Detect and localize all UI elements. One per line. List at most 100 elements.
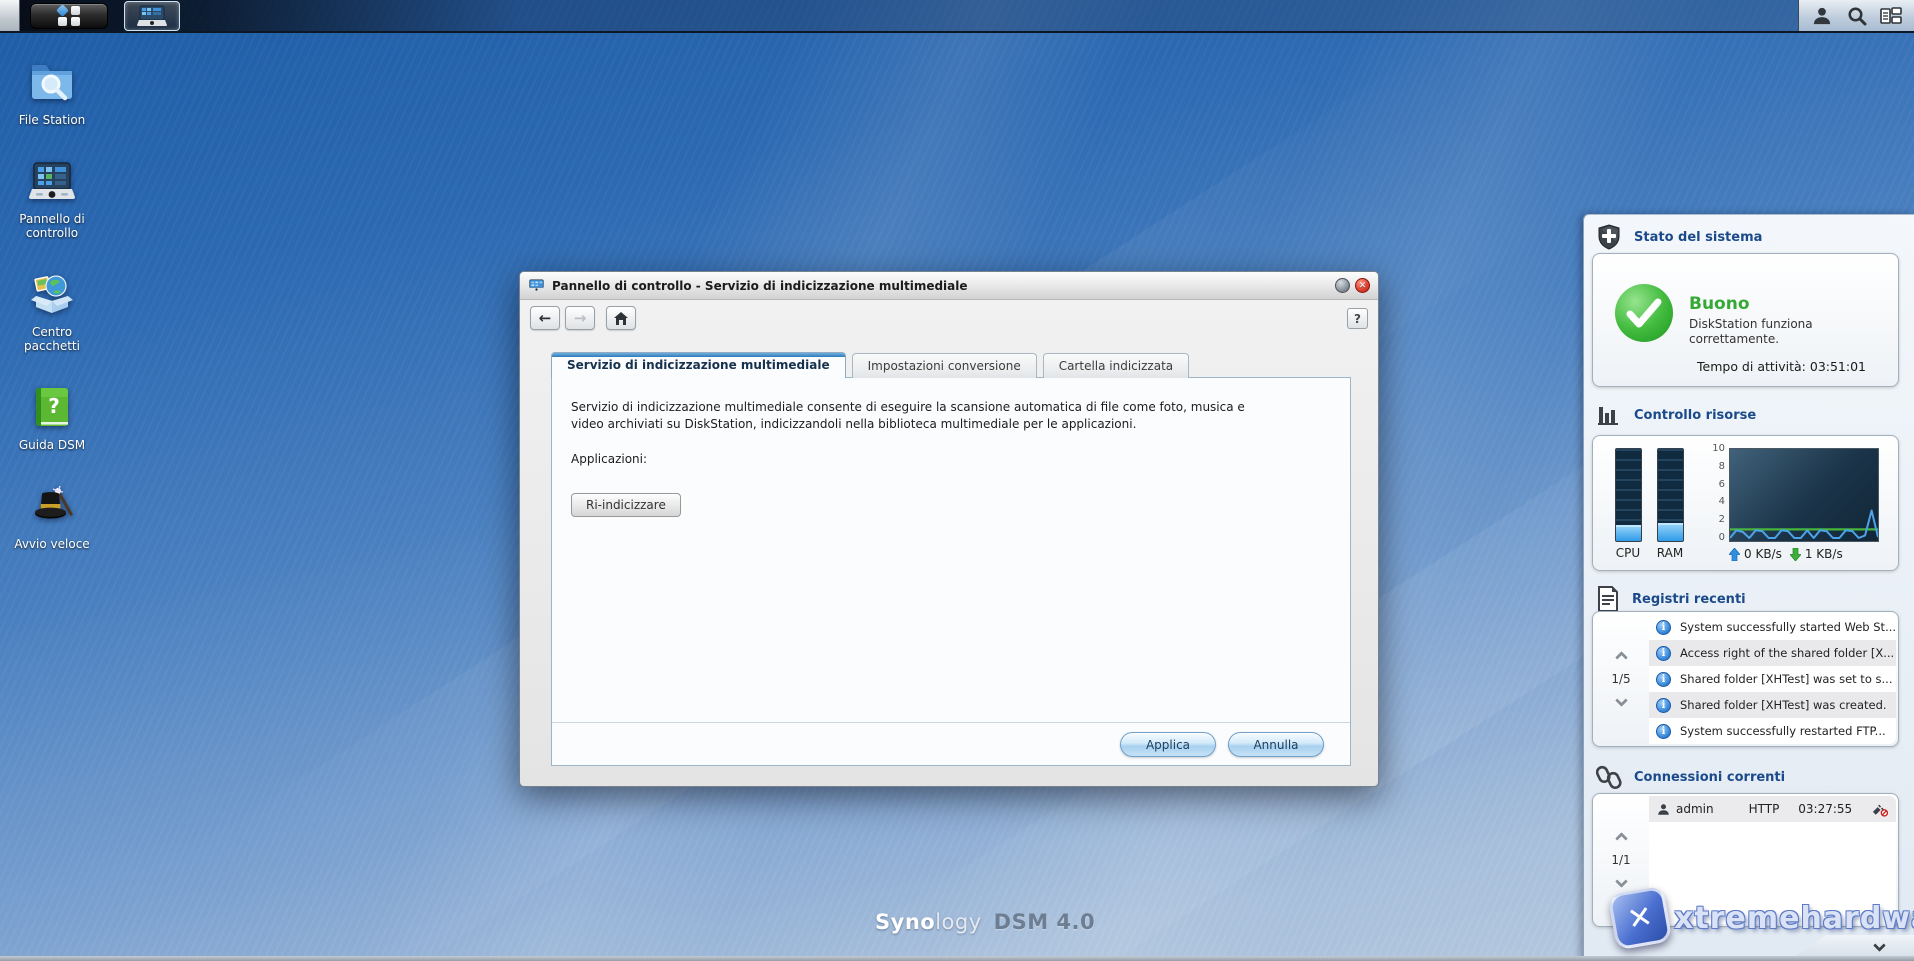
window-titlebar[interactable]: Pannello di controllo - Servizio di indi… xyxy=(520,272,1378,300)
info-icon: i xyxy=(1656,697,1671,713)
info-icon: i xyxy=(1656,671,1671,687)
brand-text-bold: Syno xyxy=(875,910,936,934)
status-value: Buono xyxy=(1689,293,1750,314)
pilot-view-button[interactable] xyxy=(1879,4,1903,28)
section-title: Registri recenti xyxy=(1632,591,1746,607)
connection-time: 03:27:55 xyxy=(1798,802,1853,816)
dsm-brand-logo: Synology DSM 4.0 xyxy=(875,910,1095,934)
package-center-icon xyxy=(28,270,76,318)
section-title: Connessioni correnti xyxy=(1634,769,1786,785)
search-button[interactable] xyxy=(1845,4,1869,28)
pilot-view-icon xyxy=(1880,6,1903,24)
chain-link-icon xyxy=(1596,765,1622,790)
dsm-help-icon: ? xyxy=(28,383,76,431)
tab-conversion-settings[interactable]: Impostazioni conversione xyxy=(851,353,1037,378)
brand-text-light: logy xyxy=(935,910,982,934)
show-desktop-button[interactable] xyxy=(0,0,20,31)
pager-count: 1/1 xyxy=(1611,853,1631,867)
applications-label: Applicazioni: xyxy=(571,452,648,466)
pager-down-button[interactable] xyxy=(1614,694,1628,707)
network-chart xyxy=(1729,448,1879,542)
main-menu-icon xyxy=(56,4,81,27)
status-ok-icon xyxy=(1615,284,1673,342)
uptime-text: Tempo di attività: 03:51:01 xyxy=(1697,359,1867,374)
window-control-panel-icon xyxy=(528,279,545,292)
recent-logs-header: Registri recenti xyxy=(1596,585,1746,613)
main-menu-button[interactable] xyxy=(30,3,108,29)
desktop-icon-file-station[interactable]: File Station xyxy=(10,58,94,127)
pager-up-button[interactable] xyxy=(1614,832,1628,845)
desktop-icon-dsm-help[interactable]: ? Guida DSM xyxy=(10,383,94,452)
desktop-icon-label: Pannello di controllo xyxy=(19,212,85,240)
log-text: System successfully started Web St... xyxy=(1680,620,1896,634)
log-row[interactable]: i Access right of the shared folder [X... xyxy=(1649,640,1896,666)
system-status-panel: Buono DiskStation funziona correttamente… xyxy=(1592,253,1899,387)
log-row[interactable]: i Shared folder [XHTest] was set to s... xyxy=(1649,666,1896,692)
recent-logs-panel: 1/5 i System successfully started Web St.… xyxy=(1592,611,1899,747)
network-chart-y-ticks: 10 8 64 20 xyxy=(1712,443,1725,543)
apply-button[interactable]: Applica xyxy=(1120,732,1216,757)
connections-list: admin HTTP 03:27:55 xyxy=(1649,796,1896,924)
network-chart-svg xyxy=(1729,509,1879,539)
cpu-gauge xyxy=(1615,448,1642,542)
log-text: Access right of the shared folder [X... xyxy=(1680,646,1895,660)
current-connections-panel: 1/1 admin HTTP 03:27:55 xyxy=(1592,793,1899,927)
minimize-button[interactable] xyxy=(1335,278,1350,293)
upload-arrow-icon xyxy=(1729,547,1740,561)
service-description: Servizio di indicizzazione multimediale … xyxy=(571,400,1245,431)
ram-gauge-fill xyxy=(1658,522,1683,541)
svg-text:?: ? xyxy=(48,394,60,418)
user-menu-button[interactable] xyxy=(1810,4,1834,28)
log-text: Shared folder [XHTest] was created. xyxy=(1680,698,1887,712)
user-icon xyxy=(1658,803,1669,815)
control-panel-window: Pannello di controllo - Servizio di indi… xyxy=(519,271,1379,787)
ram-label: RAM xyxy=(1656,546,1684,560)
home-icon xyxy=(614,311,628,325)
cpu-label: CPU xyxy=(1615,546,1641,560)
taskbar-right-tray xyxy=(1798,0,1914,31)
file-station-icon xyxy=(28,58,76,106)
home-button[interactable] xyxy=(606,306,636,330)
control-panel-icon xyxy=(28,157,76,205)
search-icon xyxy=(1848,7,1866,25)
chevron-down-icon xyxy=(1873,939,1886,952)
connection-protocol: HTTP xyxy=(1748,802,1780,816)
download-rate: 1 KB/s xyxy=(1804,547,1843,561)
forward-button[interactable]: → xyxy=(565,306,595,330)
pager-up-button[interactable] xyxy=(1614,651,1628,664)
tab-media-indexing-service[interactable]: Servizio di indicizzazione multimediale xyxy=(551,352,846,378)
window-toolbar: ← → ? xyxy=(520,301,1378,335)
current-connections-header: Connessioni correnti xyxy=(1596,763,1785,791)
info-icon: i xyxy=(1656,645,1671,661)
taskbar-control-panel-button[interactable] xyxy=(124,1,180,31)
pager-count: 1/5 xyxy=(1611,672,1631,686)
info-icon: i xyxy=(1656,619,1671,635)
disconnect-icon[interactable] xyxy=(1871,802,1888,817)
bar-chart-icon xyxy=(1598,407,1618,425)
desktop-icon-control-panel[interactable]: Pannello di controllo xyxy=(10,157,94,240)
tab-indexed-folder[interactable]: Cartella indicizzata xyxy=(1042,353,1190,378)
control-panel-icon xyxy=(137,5,167,26)
desktop-icon-package-center[interactable]: Centro pacchetti xyxy=(10,270,94,353)
brand-version: DSM 4.0 xyxy=(993,910,1096,934)
desktop-icon-column: File Station Pannello di controllo Centr… xyxy=(10,58,94,581)
tab-content-panel: Servizio di indicizzazione multimediale … xyxy=(551,377,1351,766)
help-button[interactable]: ? xyxy=(1347,307,1368,329)
reindex-button[interactable]: Ri-indicizzare xyxy=(571,493,681,517)
close-button[interactable]: ✕ xyxy=(1355,278,1370,293)
pager-down-button[interactable] xyxy=(1614,875,1628,888)
desktop-icon-label: Avvio veloce xyxy=(14,537,90,551)
log-row[interactable]: i Shared folder [XHTest] was created. xyxy=(1649,692,1896,718)
log-row[interactable]: i System successfully started Web St... xyxy=(1649,614,1896,640)
desktop-icon-quick-start[interactable]: Avvio veloce xyxy=(10,482,94,551)
log-text: System successfully restarted FTP... xyxy=(1680,724,1886,738)
upload-rate: 0 KB/s xyxy=(1744,547,1782,561)
connection-row[interactable]: admin HTTP 03:27:55 xyxy=(1649,796,1896,822)
logs-list: i System successfully started Web St... i… xyxy=(1649,614,1896,744)
cancel-button[interactable]: Annulla xyxy=(1228,732,1324,757)
back-button[interactable]: ← xyxy=(530,306,560,330)
log-text: Shared folder [XHTest] was set to s... xyxy=(1680,672,1893,686)
log-row[interactable]: i System successfully restarted FTP... xyxy=(1649,718,1896,744)
connection-user: admin xyxy=(1676,802,1714,816)
connections-pager: 1/1 xyxy=(1593,794,1649,926)
